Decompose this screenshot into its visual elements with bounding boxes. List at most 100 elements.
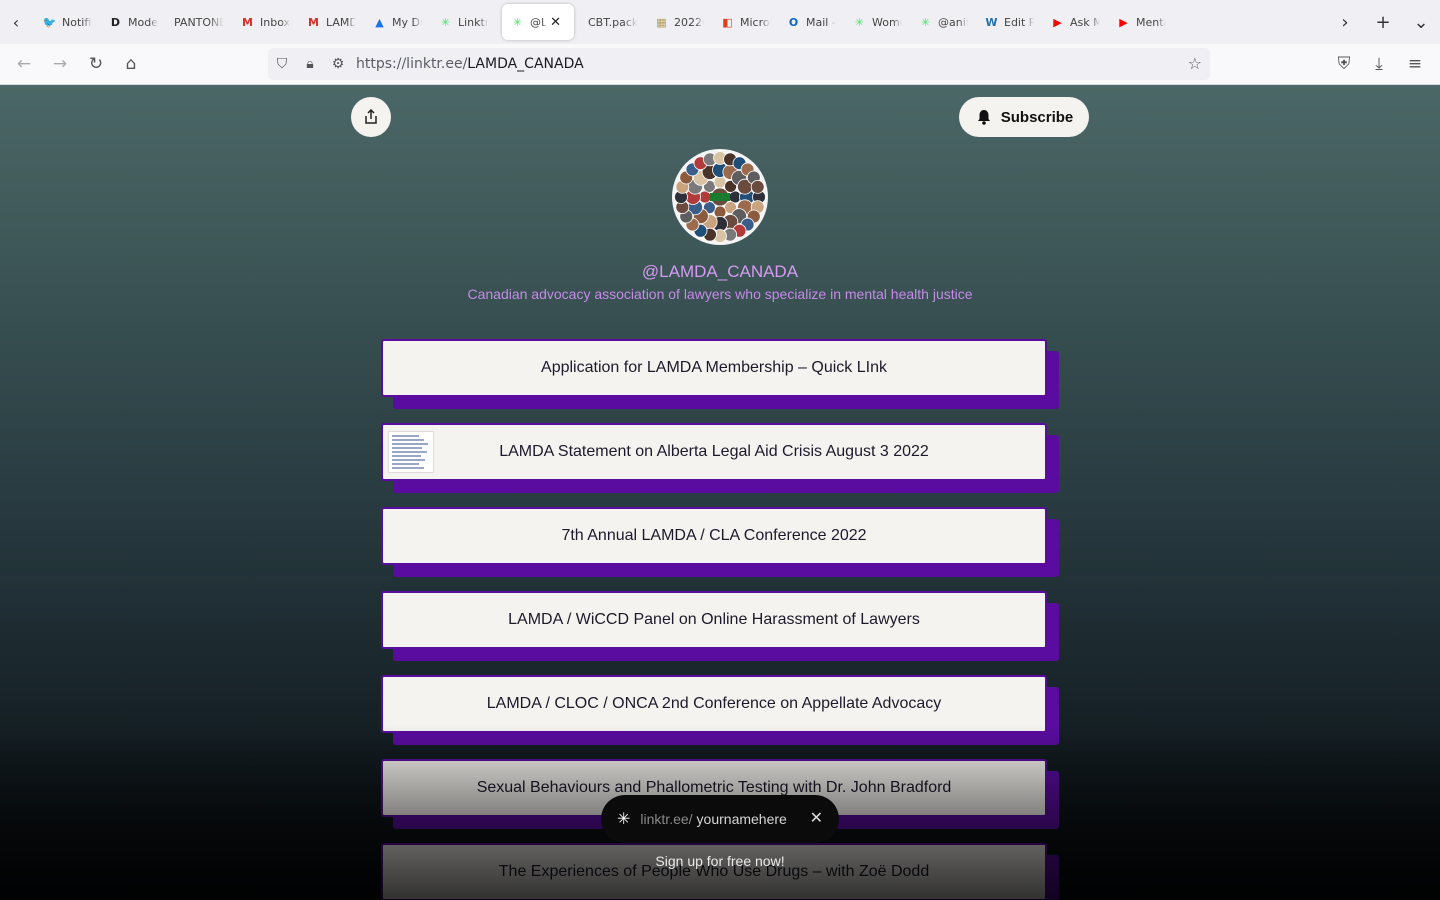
linktree-page: Subscribe @LAMDA_CANADA Canadian advocac…: [0, 85, 1440, 900]
youtube-icon: ▶: [1053, 15, 1062, 29]
link-button[interactable]: LAMDA / WiCCD Panel on Online Harassment…: [381, 591, 1047, 649]
tab-actions: › + ⌄: [1326, 4, 1440, 40]
promo-username-placeholder: yournamehere: [696, 811, 787, 827]
browser-tab[interactable]: PANTONE: [166, 4, 232, 40]
link-item: LAMDA Statement on Alberta Legal Aid Cri…: [381, 423, 1059, 493]
back-icon[interactable]: ←: [9, 50, 39, 78]
browser-tab[interactable]: CBT.packe: [580, 4, 646, 40]
link-item: LAMDA / CLOC / ONCA 2nd Conference on Ap…: [381, 675, 1059, 745]
youtube-icon: ▶: [1119, 15, 1128, 29]
tab-title: Mail -: [806, 15, 836, 29]
tab-title: CBT.packe: [588, 15, 638, 29]
tracking-protection-icon[interactable]: ⛉: [268, 56, 296, 72]
link-button[interactable]: Application for LAMDA Membership – Quick…: [381, 339, 1047, 397]
twitter-icon: 🐦: [42, 15, 57, 29]
permissions-icon[interactable]: ⚙︎: [324, 56, 352, 72]
browser-tab[interactable]: ✳ @L ✕: [502, 4, 574, 40]
share-icon: [365, 109, 377, 124]
list-all-tabs-icon[interactable]: ⌄: [1402, 12, 1440, 33]
navigation-bar: ← → ↻ ⌂ ⛉ 🔒︎ ⚙︎ https://linktr.ee/LAMDA_…: [0, 44, 1440, 85]
profile-avatar: [672, 149, 768, 245]
tab-title: Wome: [872, 15, 902, 29]
tab-title: My Dr: [392, 15, 422, 29]
subscribe-label: Subscribe: [1000, 108, 1074, 126]
gmail-icon: M: [242, 15, 253, 29]
reload-icon[interactable]: ↻: [81, 50, 111, 78]
browser-tab[interactable]: ▶ Mental: [1108, 4, 1174, 40]
linktree-icon: ✳: [854, 15, 865, 29]
tab-title: Notific: [62, 15, 92, 29]
tab-title: Ask Me: [1070, 15, 1100, 29]
link-label: LAMDA / WiCCD Panel on Online Harassment…: [508, 611, 920, 628]
profile-username: @LAMDA_CANADA: [641, 262, 799, 281]
subscribe-button[interactable]: Subscribe: [959, 97, 1089, 137]
browser-tab[interactable]: ✳ Linktr: [430, 4, 496, 40]
profile-bio: Canadian advocacy association of lawyers…: [467, 286, 973, 302]
tab-title: LAMD: [326, 15, 356, 29]
tab-scroll-right-icon[interactable]: ›: [1326, 12, 1364, 33]
browser-tab[interactable]: M Inbox: [232, 4, 298, 40]
browser-tab[interactable]: ▶ Ask Me: [1042, 4, 1108, 40]
tab-title: Edit P: [1004, 15, 1034, 29]
d-logo-icon: D: [110, 15, 121, 29]
tab-title: PANTONE: [174, 15, 224, 29]
browser-tab[interactable]: M LAMD: [298, 4, 364, 40]
browser-tab[interactable]: ✳ Wome: [844, 4, 910, 40]
lock-icon[interactable]: 🔒︎: [296, 56, 324, 72]
menu-icon[interactable]: ≡: [1400, 50, 1430, 78]
link-button[interactable]: LAMDA Statement on Alberta Legal Aid Cri…: [381, 423, 1047, 481]
browser-tab[interactable]: ▲ My Dr: [364, 4, 430, 40]
tab-title: Mental: [1136, 15, 1166, 29]
tab-list: 🐦 Notific D Moder PANTONE M Inbox M LAMD ▲ My Dr ✳ L…: [34, 4, 1174, 40]
tab-title: Linktr: [458, 15, 488, 29]
link-button[interactable]: LAMDA / CLOC / ONCA 2nd Conference on Ap…: [381, 675, 1047, 733]
signup-link[interactable]: Sign up for free now!: [0, 853, 1440, 869]
link-item: Application for LAMDA Membership – Quick…: [381, 339, 1059, 409]
office-icon: ◧: [722, 15, 733, 29]
pocket-icon[interactable]: ⛨: [1329, 50, 1359, 78]
link-label: LAMDA Statement on Alberta Legal Aid Cri…: [499, 443, 929, 460]
browser-tab[interactable]: W Edit P: [976, 4, 1042, 40]
downloads-icon[interactable]: ⤓: [1364, 50, 1394, 78]
link-label: LAMDA / CLOC / ONCA 2nd Conference on Ap…: [486, 695, 942, 712]
browser-tab[interactable]: ▦ 20220: [646, 4, 712, 40]
outlook-icon: O: [788, 15, 799, 29]
new-tab-icon[interactable]: +: [1364, 12, 1402, 33]
link-item: LAMDA / WiCCD Panel on Online Harassment…: [381, 591, 1059, 661]
close-promo-icon[interactable]: ✕: [810, 808, 823, 828]
browser-tab[interactable]: ✳ @anit: [910, 4, 976, 40]
wordpress-icon: W: [985, 15, 998, 29]
bell-icon: [975, 108, 993, 126]
link-button[interactable]: 7th Annual LAMDA / CLA Conference 2022: [381, 507, 1047, 565]
tab-title: Moder: [128, 15, 158, 29]
gmail-icon: M: [308, 15, 319, 29]
address-bar[interactable]: ⛉ 🔒︎ ⚙︎ https://linktr.ee/LAMDA_CANADA ☆: [268, 48, 1210, 80]
link-label: 7th Annual LAMDA / CLA Conference 2022: [561, 527, 867, 544]
image-icon: ▦: [656, 15, 667, 29]
forward-icon[interactable]: →: [45, 50, 75, 78]
browser-tab[interactable]: 🐦 Notific: [34, 4, 100, 40]
linktree-logo-icon: ✳: [617, 811, 631, 828]
link-item: 7th Annual LAMDA / CLA Conference 2022: [381, 507, 1059, 577]
linktree-icon: ✳: [440, 15, 451, 29]
tab-title: @anit: [938, 15, 968, 29]
share-button[interactable]: [351, 97, 391, 137]
browser-tab[interactable]: ◧ Micro: [712, 4, 778, 40]
promo-prefix: linktr.ee/: [640, 811, 693, 827]
tab-title: Inbox: [260, 15, 290, 29]
browser-tab[interactable]: D Moder: [100, 4, 166, 40]
close-tab-icon[interactable]: ✕: [550, 15, 561, 30]
claim-username-banner[interactable]: ✳ linktr.ee/ yournamehere ✕: [601, 795, 839, 843]
linktree-icon: ✳: [512, 15, 523, 29]
link-button[interactable]: The Experiences of People Who Use Drugs …: [381, 843, 1047, 900]
tab-strip: ‹ 🐦 Notific D Moder PANTONE M Inbox M LAMD ▲ My Dr…: [0, 0, 1440, 44]
link-label: Application for LAMDA Membership – Quick…: [541, 359, 887, 376]
bookmark-star-icon[interactable]: ☆: [1188, 54, 1202, 73]
home-icon[interactable]: ⌂: [116, 50, 146, 78]
browser-tab[interactable]: O Mail -: [778, 4, 844, 40]
link-item: The Experiences of People Who Use Drugs …: [381, 843, 1059, 900]
tab-scroll-left-icon[interactable]: ‹: [2, 6, 30, 38]
linktree-icon: ✳: [920, 15, 931, 29]
tab-title: @L: [530, 15, 548, 29]
url-text[interactable]: https://linktr.ee/LAMDA_CANADA: [356, 56, 584, 72]
